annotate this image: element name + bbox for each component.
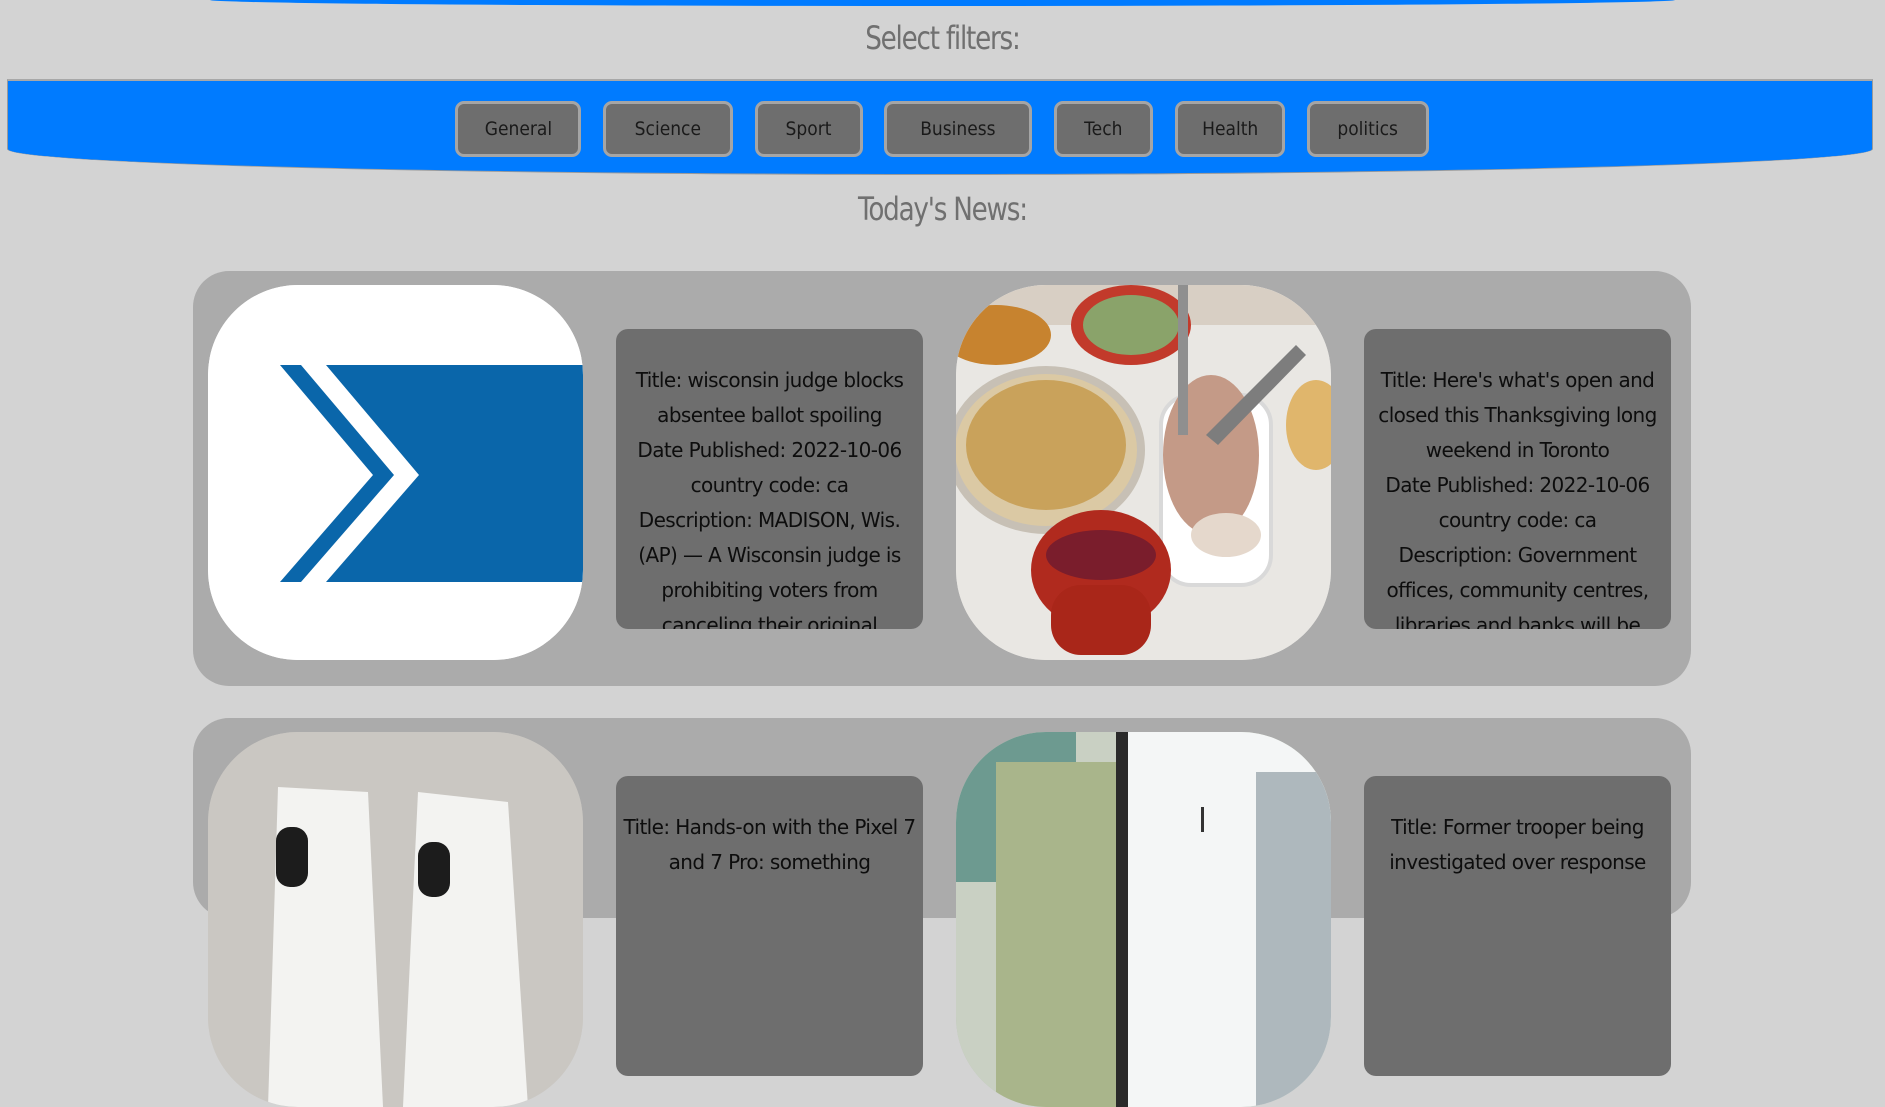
filter-button-sport[interactable]: Sport — [755, 101, 863, 157]
article-date: Date Published: 2022-10-06 — [637, 438, 902, 462]
filter-bar: General Science Sport Business Tech Heal… — [7, 79, 1873, 175]
building-interior-image[interactable] — [956, 732, 1331, 1107]
article-country: country code: ca — [1438, 508, 1597, 532]
article-country: country code: ca — [690, 473, 849, 497]
thanksgiving-food-image[interactable] — [956, 285, 1331, 660]
filter-button-science[interactable]: Science — [603, 101, 733, 157]
top-accent-bar — [210, 0, 1675, 6]
filter-button-politics[interactable]: politics — [1307, 101, 1429, 157]
filter-button-general[interactable]: General — [455, 101, 581, 157]
news-row: Title: wisconsin judge blocks absentee b… — [193, 271, 1691, 686]
filter-button-tech[interactable]: Tech — [1054, 101, 1153, 157]
filter-button-business[interactable]: Business — [884, 101, 1032, 157]
article-title: Title: Hands-on with the Pixel 7 and 7 P… — [623, 815, 916, 874]
news-heading: Today's News: — [857, 190, 1028, 228]
article-card[interactable]: Title: Hands-on with the Pixel 7 and 7 P… — [616, 776, 923, 1076]
article-title: Title: Former trooper being investigated… — [1389, 815, 1646, 874]
news-row: Title: Hands-on with the Pixel 7 and 7 P… — [193, 718, 1691, 1107]
chevron-logo-image[interactable] — [208, 285, 583, 660]
pixel-phones-image[interactable] — [208, 732, 583, 1107]
article-card[interactable]: Title: wisconsin judge blocks absentee b… — [616, 329, 923, 629]
article-date: Date Published: 2022-10-06 — [1385, 473, 1650, 497]
filters-heading: Select filters: — [865, 19, 1021, 57]
article-card[interactable]: Title: Former trooper being investigated… — [1364, 776, 1671, 1076]
article-description: Description: Government offices, communi… — [1386, 543, 1650, 629]
article-title: Title: wisconsin judge blocks absentee b… — [635, 368, 904, 427]
article-card[interactable]: Title: Here's what's open and closed thi… — [1364, 329, 1671, 629]
article-title: Title: Here's what's open and closed thi… — [1378, 368, 1657, 462]
filter-button-health[interactable]: Health — [1175, 101, 1285, 157]
article-description: Description: MADISON, Wis. (AP) — A Wisc… — [638, 508, 901, 629]
